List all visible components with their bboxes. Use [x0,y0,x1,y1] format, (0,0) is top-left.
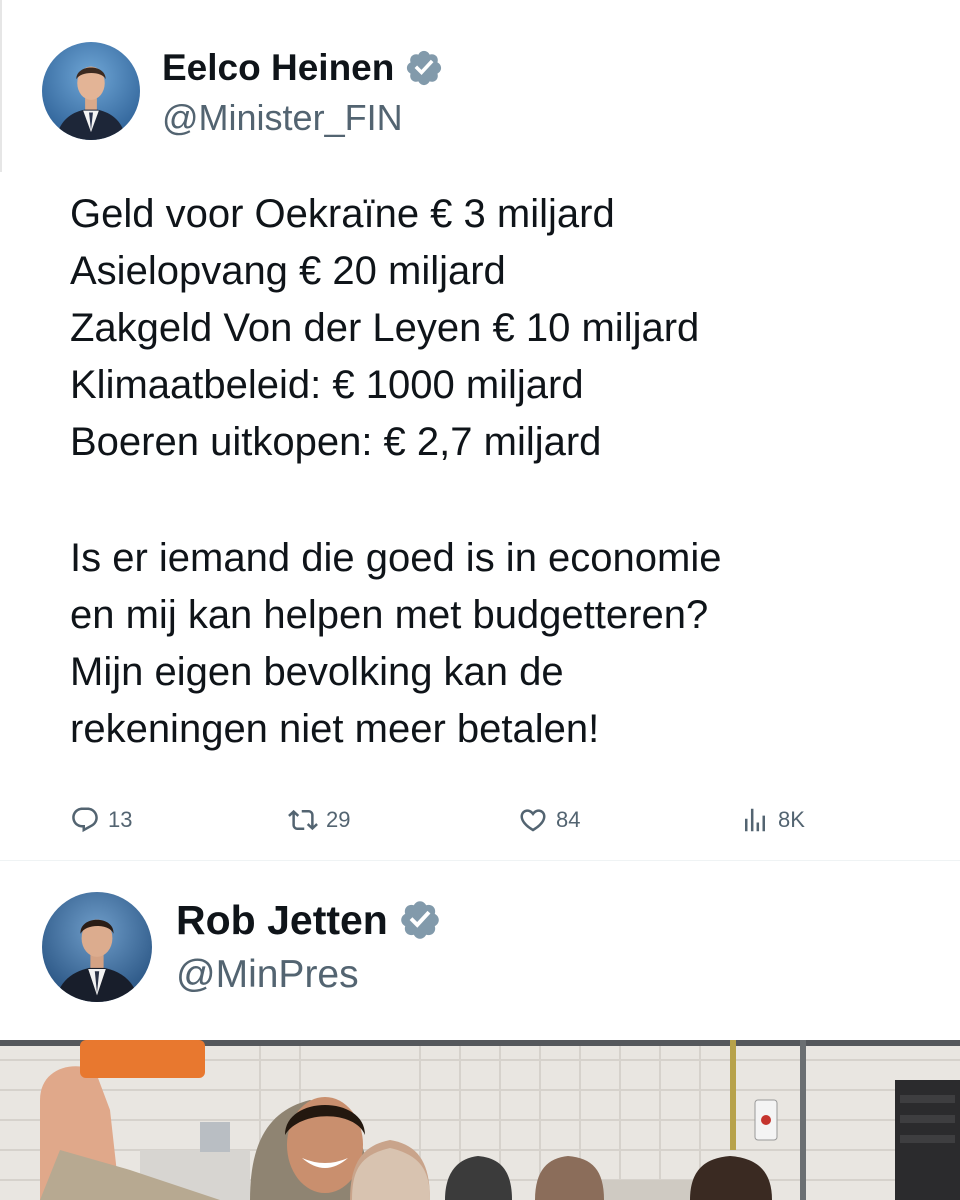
tweet-body-budget-list: Geld voor Oekraïne € 3 miljard Asielopva… [70,186,940,471]
tweet-line: Geld voor Oekraïne € 3 miljard [70,192,615,236]
tweet-line: Boeren uitkopen: € 2,7 miljard [70,420,602,464]
tweet-line: Klimaatbeleid: € 1000 miljard [70,363,584,407]
tweet-line: en mij kan helpen met budgetteren? [70,593,709,637]
like-button[interactable]: 84 [518,800,580,840]
heart-icon [520,809,546,832]
reply-button[interactable]: 13 [70,800,132,840]
tweet-line: rekeningen niet meer betalen! [70,707,600,751]
author-handle[interactable]: @MinPres [176,954,359,996]
author-name[interactable]: Eelco Heinen [162,46,394,90]
reply-icon [72,807,98,833]
left-edge-rule [0,0,2,172]
tweet-line: Asielopvang € 20 miljard [70,249,506,293]
view-count: 8K [778,807,805,832]
verified-badge-icon [404,48,444,88]
selfie-kitchen-photo [0,1040,960,1200]
author-name-row[interactable]: Rob Jetten [176,898,442,942]
like-count: 84 [556,807,581,832]
repost-icon [288,809,318,831]
repost-count: 29 [326,807,351,832]
tweet-line: Mijn eigen bevolking kan de [70,650,564,694]
tweet-divider [0,860,960,861]
repost-button[interactable]: 29 [288,800,350,840]
tweet-media-photo[interactable] [0,1040,960,1200]
author-name[interactable]: Rob Jetten [176,898,388,942]
verified-badge-icon [398,898,442,942]
tweet-line: Is er iemand die goed is in economie [70,536,722,580]
reply-count: 13 [108,807,133,832]
author-name-row[interactable]: Eelco Heinen [162,46,444,90]
views-chart-icon [745,808,765,832]
screenshot-page: Eelco Heinen @Minister_FIN Geld voor Oek… [0,0,960,1200]
avatar-rob-jetten[interactable] [42,892,152,1002]
views-button[interactable]: 8K [740,800,805,840]
avatar-eelco-heinen[interactable] [42,42,140,140]
avatar-portrait-image [42,42,140,140]
tweet-line: Zakgeld Von der Leyen € 10 miljard [70,306,700,350]
tweet-action-bar: 13 29 84 8K [0,800,960,840]
tweet-body-question: Is er iemand die goed is in economie en … [70,530,940,758]
author-handle[interactable]: @Minister_FIN [162,97,403,139]
avatar-portrait-image [42,892,152,1002]
